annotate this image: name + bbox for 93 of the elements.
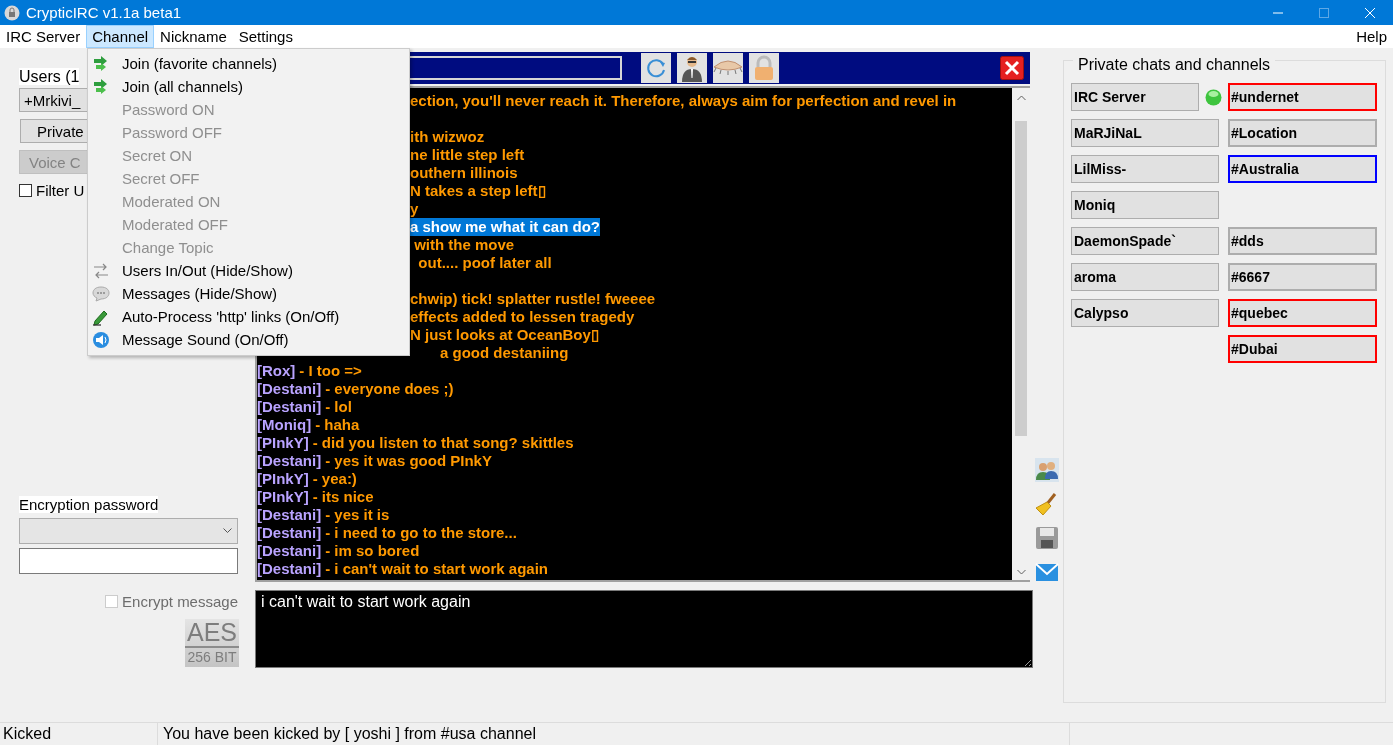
chat-message: - i can't wait to start work again [325,560,548,578]
aes-badge: AES 256 BIT [185,619,239,667]
chat-line: chwip) tick! splatter rustle! fweeee [410,290,656,308]
chat-message: - everyone does ;) [325,380,454,398]
nickname: [Destani] [257,452,322,470]
channel-button[interactable]: #Australia [1228,155,1377,183]
chevron-icon [223,528,232,534]
chat-message: - haha [315,416,360,434]
channel-button[interactable]: #dds [1228,227,1377,255]
private-chat-button[interactable]: Calypso [1071,299,1219,327]
save-icon[interactable] [1035,526,1059,550]
status-message: You have been kicked by [ yoshi ] from #usa channel [158,723,1070,745]
chat-message: - lol [325,398,352,416]
nickname: [PInkY] [257,470,309,488]
broom-icon[interactable] [1035,492,1059,516]
filter-label: Filter U [36,182,85,199]
swap-arrows-icon [92,262,110,279]
scroll-up-icon[interactable] [1016,95,1026,101]
chat-message: - im so bored [325,542,420,560]
menu-item[interactable]: Help [1350,25,1393,48]
chat-line: y [410,200,419,218]
chat-line: ith wizwoz [410,128,485,146]
channel-button[interactable]: #Location [1228,119,1377,147]
menu-item[interactable]: Auto-Process 'http' links (On/Off) [122,305,340,328]
chat-line: effects added to lessen tragedy [410,308,635,326]
speech-bubble-icon [92,285,110,302]
nickname: [Destani] [257,506,322,524]
channel-button[interactable]: #Dubai [1228,335,1377,363]
scrollbar[interactable] [1012,88,1030,580]
checkbox[interactable] [19,184,32,197]
encryption-label: Encryption password [19,496,159,513]
chat-message: - yea:) [312,470,357,488]
speaker-icon [92,330,110,349]
chat-line: outhern illinois [410,164,518,182]
menu-item[interactable]: Settings [232,25,299,48]
person-icon [680,54,704,82]
password-field[interactable] [19,548,238,574]
private-chat-button[interactable]: LilMiss- [1071,155,1219,183]
message-input[interactable]: i can't wait to start work again [255,590,1033,668]
chat-line: N just looks at OceanBoy▯ [410,326,599,344]
private-chat-button[interactable]: DaemonSpade` [1071,227,1219,255]
encrypt-label: Encrypt message [122,593,238,610]
private-chat-button[interactable]: Moniq [1071,191,1219,219]
circular-arrow-icon [644,56,668,80]
maximize-icon[interactable] [1319,7,1329,18]
selected-text: a show me what it can do? [410,218,601,236]
users-label: Users (1 [19,68,80,85]
padlock-icon [753,55,775,81]
closed-eye-icon [713,59,743,77]
toolbar-button[interactable] [677,53,707,83]
chat-line: a good destaniing [440,344,569,362]
chat-message: - did you listen to that song? skittles [312,434,574,452]
chat-message: - I too => [299,362,362,380]
menu-item[interactable]: Messages (Hide/Show) [122,282,278,305]
chat-message: - yes it is [325,506,390,524]
menu-item[interactable]: Nickname [154,25,233,48]
menu-item[interactable]: Message Sound (On/Off) [122,328,289,351]
nickname: [PInkY] [257,434,309,452]
nickname: [Moniq] [257,416,312,434]
menu-item[interactable]: Join (favorite channels) [122,52,278,75]
app-icon [4,4,20,21]
chat-line: ne little step left [410,146,525,164]
users-icon[interactable] [1035,458,1059,482]
nickname: [Destani] [257,380,322,398]
password-dropdown[interactable] [19,518,238,544]
private-chat-button[interactable]: MaRJiNaL [1071,119,1219,147]
chat-line: ection, you'll never reach it. Therefore, always aim for perfection and revel in [410,92,957,110]
server-button[interactable]: IRC Server [1071,83,1199,111]
channel-button[interactable]: #undernet [1228,83,1377,111]
window-title: CrypticIRC v1.1a beta1 [26,4,182,21]
chat-message: - its nice [312,488,374,506]
chat-line: out.... poof later all [417,254,552,272]
nickname: [Destani] [257,542,322,560]
close-icon[interactable] [1000,56,1024,80]
nickname: [Destani] [257,398,322,416]
chat-message: - yes it was good PInkY [325,452,492,470]
menu-item[interactable]: Users In/Out (Hide/Show) [122,259,293,282]
toolbar-button[interactable] [641,53,671,83]
nickname: [Destani] [257,524,322,542]
channel-button[interactable]: #quebec [1228,299,1377,327]
channel-button[interactable]: #6667 [1228,263,1377,291]
menu-item[interactable]: Channel [86,25,155,48]
chat-message: - i need to go to the store... [325,524,517,542]
nickname: [PInkY] [257,488,309,506]
nickname: [Rox] [257,362,296,380]
chat-line: N takes a step left▯ [410,182,546,200]
status-text: Kicked [0,723,158,745]
nickname: [Destani] [257,560,322,578]
menu-item[interactable]: IRC Server [0,25,87,48]
envelope-icon[interactable] [1035,560,1059,584]
chat-line: with the move [413,236,515,254]
private-chat-button[interactable]: aroma [1071,263,1219,291]
scroll-down-icon[interactable] [1016,569,1026,575]
